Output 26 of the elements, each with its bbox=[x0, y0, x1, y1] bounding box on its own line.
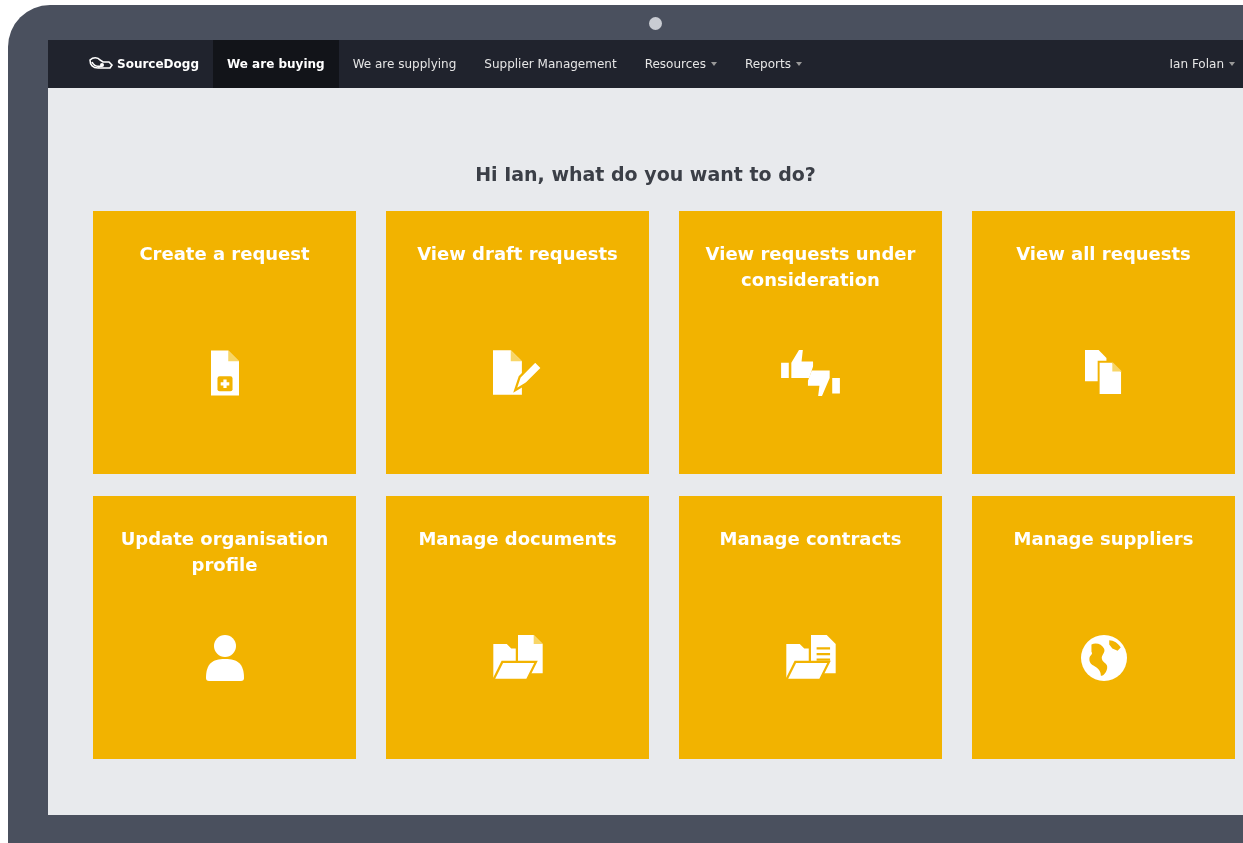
action-tile[interactable]: Manage documents bbox=[386, 495, 649, 759]
user-icon bbox=[205, 634, 244, 681]
brand-name: SourceDogg bbox=[117, 56, 199, 73]
user-menu[interactable]: Ian Folan bbox=[1155, 40, 1243, 88]
dog-logo-icon bbox=[88, 56, 114, 72]
action-tile[interactable]: Create a request bbox=[93, 210, 356, 474]
action-tile[interactable]: Update organisation profile bbox=[93, 495, 356, 759]
action-tile[interactable]: View draft requests bbox=[386, 210, 649, 474]
action-tile[interactable]: View requests under consideration bbox=[679, 210, 942, 474]
nav-item[interactable]: Resources bbox=[630, 40, 731, 88]
action-tile[interactable]: Manage suppliers bbox=[972, 495, 1235, 759]
action-tile[interactable]: Manage contracts bbox=[679, 495, 942, 759]
nav-item[interactable]: Reports bbox=[730, 40, 816, 88]
thumbs-up-down-icon bbox=[781, 349, 840, 396]
camera-dot bbox=[649, 17, 662, 30]
nav-item[interactable]: We are supplying bbox=[338, 40, 471, 88]
greeting-heading: Hi Ian, what do you want to do? bbox=[474, 162, 817, 187]
nav-item[interactable]: We are buying bbox=[213, 40, 339, 88]
globe-icon bbox=[1080, 634, 1127, 681]
folder-text-document-icon bbox=[784, 634, 837, 681]
document-pencil-icon bbox=[492, 349, 543, 396]
action-tile[interactable]: View all requests bbox=[972, 210, 1235, 474]
nav-item[interactable]: Supplier Management bbox=[470, 40, 631, 88]
documents-icon bbox=[1084, 349, 1123, 396]
document-plus-icon bbox=[210, 349, 239, 396]
folder-document-icon bbox=[491, 634, 544, 681]
